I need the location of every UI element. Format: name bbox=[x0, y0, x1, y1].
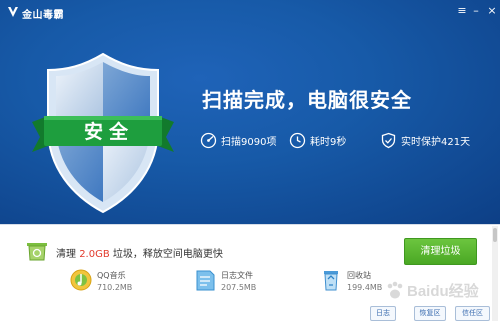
shield-check-icon bbox=[381, 132, 396, 148]
minimize-button[interactable]: – bbox=[469, 4, 483, 18]
log-button[interactable]: 日志 bbox=[370, 306, 396, 321]
scan-count-text: 扫描9090项 bbox=[221, 136, 277, 148]
scan-icon bbox=[200, 132, 217, 148]
menu-button[interactable]: ≡ bbox=[455, 4, 469, 18]
scan-time-stat: 耗时9秒 bbox=[289, 131, 346, 149]
close-button[interactable]: × bbox=[485, 4, 499, 18]
junk-item-name: 回收站 bbox=[347, 271, 371, 280]
recycle-bin-icon bbox=[324, 271, 338, 291]
kingsoft-logo-icon bbox=[8, 7, 18, 17]
app-title: 金山毒霸 bbox=[22, 10, 64, 21]
qq-music-icon bbox=[70, 269, 92, 291]
protection-days-stat: 实时保护421天 bbox=[380, 131, 470, 149]
log-file-icon bbox=[196, 270, 215, 291]
restore-area-button[interactable]: 恢复区 bbox=[414, 306, 446, 321]
broom-icon bbox=[27, 243, 47, 261]
title-bar: 金山毒霸 ≡ – × bbox=[0, 0, 500, 24]
clean-junk-button[interactable]: 清理垃圾 bbox=[404, 238, 477, 265]
antivirus-window: 金山毒霸 ≡ – × 安全 扫描完成，电脑很安全 扫描9090项 耗时9秒 实时… bbox=[0, 0, 500, 321]
scan-time-text: 耗时9秒 bbox=[310, 136, 347, 148]
baidu-watermark: Baidu经验 bbox=[385, 276, 495, 306]
cleanup-prefix: 清理 bbox=[56, 249, 80, 260]
junk-item-name: QQ音乐 bbox=[97, 271, 126, 280]
status-hero: 金山毒霸 ≡ – × 安全 扫描完成，电脑很安全 扫描9090项 耗时9秒 实时… bbox=[0, 0, 500, 224]
clock-icon bbox=[289, 132, 306, 148]
scan-count-stat: 扫描9090项 bbox=[200, 131, 276, 149]
junk-item-size: 199.4MB bbox=[347, 283, 383, 292]
cleanup-size: 2.0GB bbox=[79, 249, 110, 260]
status-badge: 安全 bbox=[84, 121, 135, 143]
cleanup-suffix: 垃圾，释放空间电脑更快 bbox=[109, 249, 223, 260]
watermark-text: Baidu经验 bbox=[407, 283, 479, 300]
protection-days-text: 实时保护421天 bbox=[401, 136, 471, 148]
junk-item-size: 710.2MB bbox=[97, 283, 133, 292]
security-shield: 安全 bbox=[28, 50, 178, 220]
trust-area-button[interactable]: 信任区 bbox=[455, 306, 490, 321]
baidu-paw-icon bbox=[387, 281, 403, 299]
scan-result-headline: 扫描完成，电脑很安全 bbox=[202, 88, 412, 112]
junk-item-size: 207.5MB bbox=[221, 283, 257, 292]
junk-item-name: 日志文件 bbox=[221, 271, 253, 280]
scrollbar-thumb[interactable] bbox=[493, 228, 497, 242]
cleanup-summary: 清理 2.0GB 垃圾，释放空间电脑更快 bbox=[56, 245, 223, 260]
